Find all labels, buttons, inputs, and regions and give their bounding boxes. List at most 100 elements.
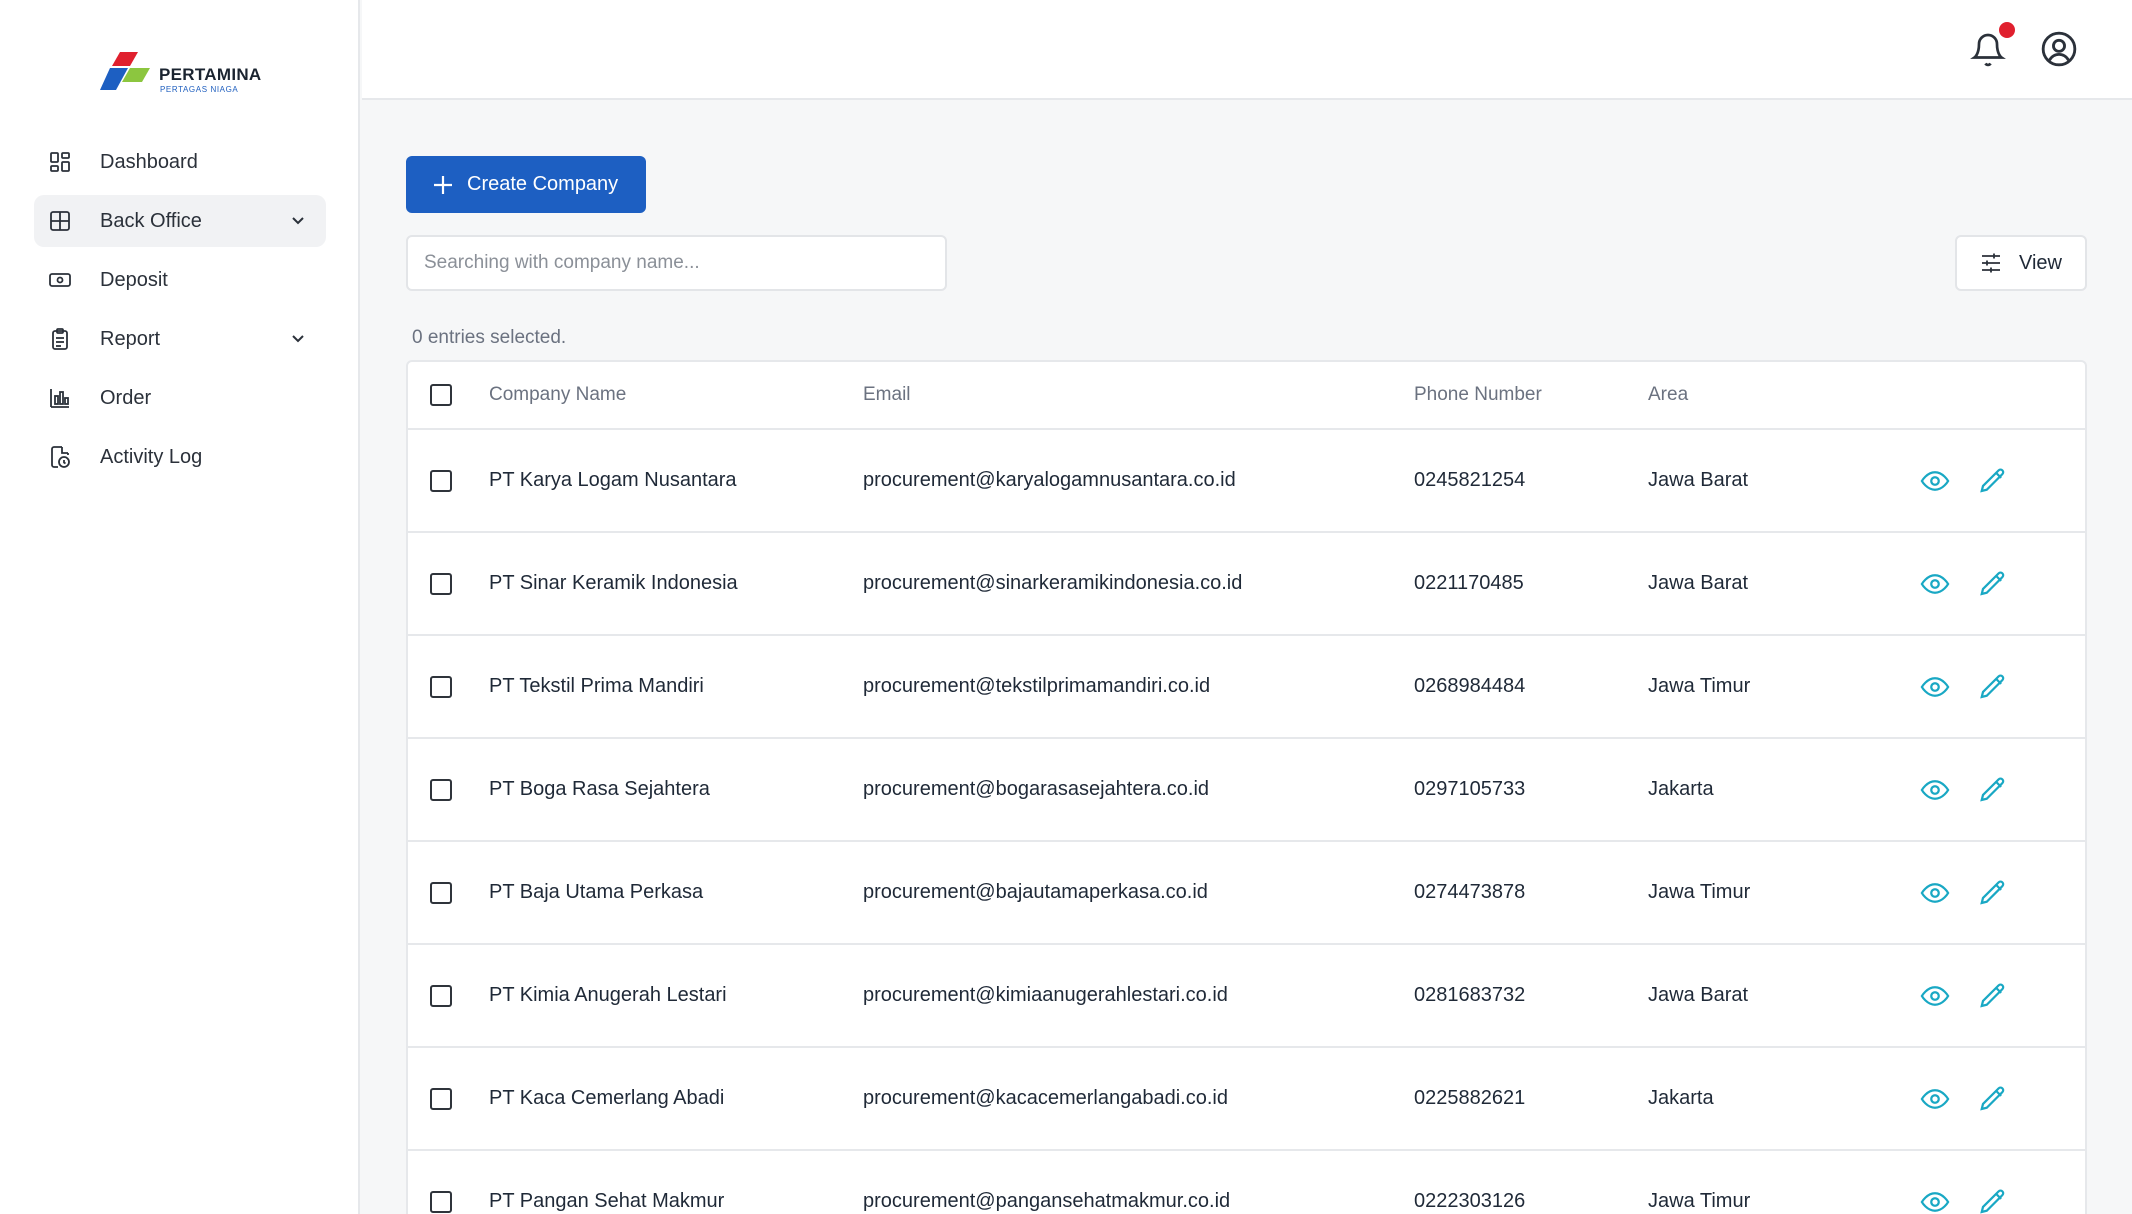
sidebar-item-label: Back Office	[100, 209, 202, 232]
email-cell: procurement@kimiaanugerahlestari.co.id	[863, 984, 1228, 1006]
area-cell: Jawa Timur	[1648, 881, 1751, 903]
pertamina-logo-icon	[100, 52, 150, 90]
company-logo[interactable]: PERTAMINA PERTAGAS NIAGA	[100, 50, 270, 98]
table-row[interactable]: PT Boga Rasa Sejahtera procurement@bogara…	[408, 739, 2085, 842]
area-cell: Jawa Barat	[1648, 469, 1749, 491]
table-header: Company Name Email Phone Number Area	[408, 362, 2085, 430]
top-header	[362, 0, 2132, 100]
table-grid-icon	[48, 209, 72, 233]
eye-icon[interactable]	[1920, 878, 1950, 908]
notification-badge	[1999, 22, 2015, 38]
company-name-cell: PT Kimia Anugerah Lestari	[489, 984, 727, 1006]
sidebar-item-label: Activity Log	[100, 445, 203, 468]
view-options-button[interactable]: View	[1955, 235, 2087, 291]
phone-cell: 0274473878	[1414, 881, 1526, 903]
pencil-edit-icon[interactable]	[1978, 878, 2008, 908]
email-cell: procurement@tekstilprimamandiri.co.id	[863, 675, 1211, 697]
company-name-cell: PT Tekstil Prima Mandiri	[489, 675, 704, 697]
area-cell: Jakarta	[1648, 778, 1714, 800]
phone-cell: 0297105733	[1414, 778, 1526, 800]
view-label: View	[2019, 251, 2062, 274]
eye-icon[interactable]	[1920, 1084, 1950, 1114]
phone-cell: 0245821254	[1414, 469, 1526, 491]
chevron-down-icon[interactable]	[288, 329, 308, 349]
table-row[interactable]: PT Baja Utama Perkasa procurement@bajauta…	[408, 842, 2085, 945]
table-body: PT Karya Logam Nusantara procurement@kary…	[408, 430, 2085, 1214]
column-header-phone[interactable]: Phone Number	[1414, 362, 1542, 428]
pencil-edit-icon[interactable]	[1978, 1187, 2008, 1214]
row-checkbox[interactable]	[430, 778, 452, 801]
sidebar-item-report[interactable]: Report	[34, 313, 326, 365]
area-cell: Jakarta	[1648, 1087, 1714, 1109]
row-checkbox[interactable]	[430, 881, 452, 904]
dashboard-grid-icon	[48, 150, 72, 174]
eye-icon[interactable]	[1920, 569, 1950, 599]
area-cell: Jawa Barat	[1648, 572, 1749, 594]
phone-cell: 0222303126	[1414, 1190, 1526, 1212]
area-cell: Jawa Barat	[1648, 984, 1749, 1006]
sidebar-item-label: Order	[100, 386, 152, 409]
eye-icon[interactable]	[1920, 672, 1950, 702]
bar-chart-icon	[48, 386, 72, 410]
eye-icon[interactable]	[1920, 775, 1950, 805]
row-checkbox[interactable]	[430, 1087, 452, 1110]
sidebar-item-back-office[interactable]: Back Office	[34, 195, 326, 247]
chevron-down-icon[interactable]	[288, 211, 308, 231]
phone-cell: 0281683732	[1414, 984, 1526, 1006]
sidebar-nav: Dashboard Back Office Deposit Report Ord…	[34, 136, 326, 490]
table-row[interactable]: PT Kimia Anugerah Lestari procurement@kim…	[408, 945, 2085, 1048]
phone-cell: 0221170485	[1414, 572, 1524, 594]
company-name-cell: PT Pangan Sehat Makmur	[489, 1190, 725, 1212]
sidebar-item-label: Dashboard	[100, 150, 198, 173]
area-cell: Jawa Timur	[1648, 675, 1751, 697]
column-header-company-name[interactable]: Company Name	[489, 362, 626, 428]
cash-icon	[48, 268, 72, 292]
area-cell: Jawa Timur	[1648, 1190, 1751, 1212]
row-checkbox[interactable]	[430, 572, 452, 595]
brand-subtitle: PERTAGAS NIAGA	[160, 85, 239, 94]
bell-icon[interactable]	[1970, 30, 2006, 70]
phone-cell: 0225882621	[1414, 1087, 1526, 1109]
create-company-button[interactable]: Create Company	[406, 156, 646, 213]
file-clock-icon	[48, 445, 72, 469]
email-cell: procurement@karyalogamnusantara.co.id	[863, 469, 1236, 491]
row-checkbox[interactable]	[430, 984, 452, 1007]
table-row[interactable]: PT Kaca Cemerlang Abadi procurement@kacac…	[408, 1048, 2085, 1151]
pencil-edit-icon[interactable]	[1978, 775, 2008, 805]
pencil-edit-icon[interactable]	[1978, 466, 2008, 496]
eye-icon[interactable]	[1920, 1187, 1950, 1214]
company-name-cell: PT Boga Rasa Sejahtera	[489, 778, 710, 800]
pencil-edit-icon[interactable]	[1978, 981, 2008, 1011]
sliders-icon	[1982, 253, 2000, 273]
company-search-input[interactable]	[406, 235, 947, 291]
column-header-area[interactable]: Area	[1648, 362, 1688, 428]
column-header-email[interactable]: Email	[863, 362, 911, 428]
sidebar-item-deposit[interactable]: Deposit	[34, 254, 326, 306]
sidebar-item-activity-log[interactable]: Activity Log	[34, 431, 326, 483]
companies-table: Company Name Email Phone Number Area PT …	[406, 360, 2087, 1214]
email-cell: procurement@pangansehatmakmur.co.id	[863, 1190, 1231, 1212]
company-name-cell: PT Karya Logam Nusantara	[489, 469, 737, 491]
table-row[interactable]: PT Sinar Keramik Indonesia procurement@si…	[408, 533, 2085, 636]
select-all-checkbox[interactable]	[430, 384, 452, 406]
sidebar-item-order[interactable]: Order	[34, 372, 326, 424]
company-name-cell: PT Baja Utama Perkasa	[489, 881, 704, 903]
pencil-edit-icon[interactable]	[1978, 1084, 2008, 1114]
row-checkbox[interactable]	[430, 675, 452, 698]
create-company-label: Create Company	[467, 173, 619, 195]
user-circle-icon[interactable]	[2040, 30, 2078, 68]
eye-icon[interactable]	[1920, 981, 1950, 1011]
row-checkbox[interactable]	[430, 469, 452, 492]
sidebar-item-dashboard[interactable]: Dashboard	[34, 136, 326, 188]
eye-icon[interactable]	[1920, 466, 1950, 496]
email-cell: procurement@bogarasasejahtera.co.id	[863, 778, 1210, 800]
row-checkbox[interactable]	[430, 1190, 452, 1213]
table-row[interactable]: PT Karya Logam Nusantara procurement@kary…	[408, 430, 2085, 533]
table-row[interactable]: PT Tekstil Prima Mandiri procurement@teks…	[408, 636, 2085, 739]
sidebar-item-label: Deposit	[100, 268, 168, 291]
pencil-edit-icon[interactable]	[1978, 569, 2008, 599]
table-row[interactable]: PT Pangan Sehat Makmur procurement@pangan…	[408, 1151, 2085, 1214]
pencil-edit-icon[interactable]	[1978, 672, 2008, 702]
selection-count: 0 entries selected.	[412, 327, 567, 348]
company-name-cell: PT Kaca Cemerlang Abadi	[489, 1087, 725, 1109]
